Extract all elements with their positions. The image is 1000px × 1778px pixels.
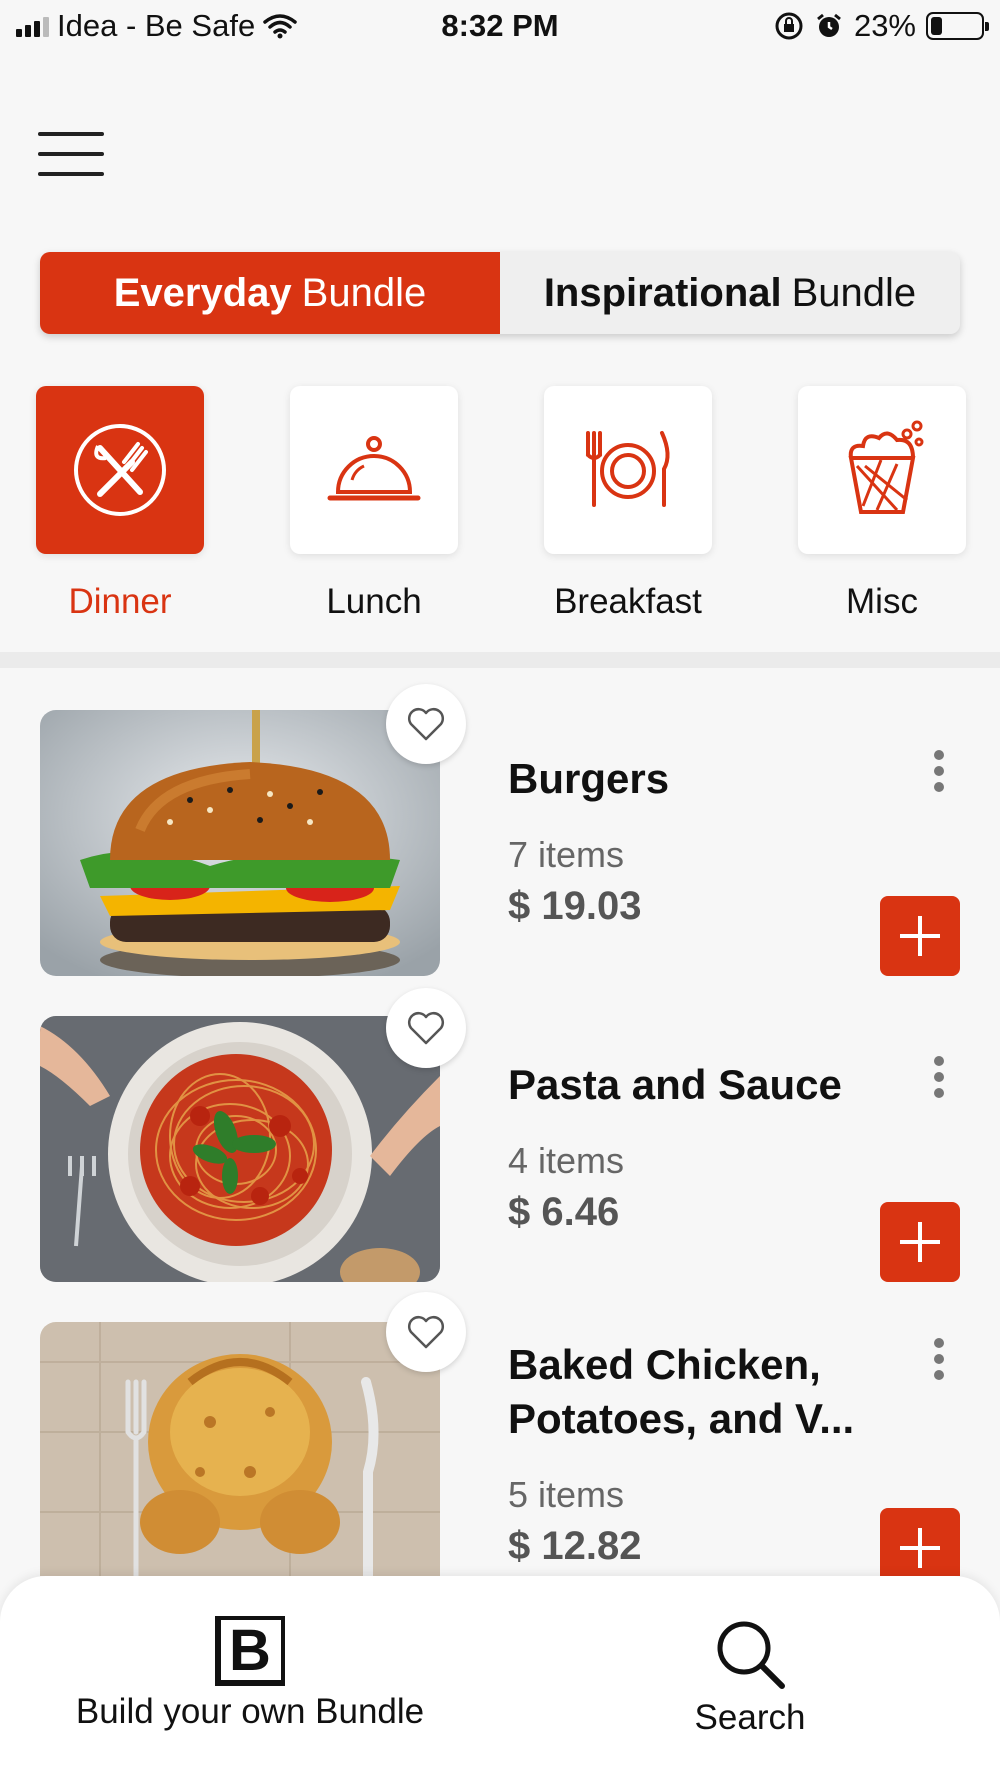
bundle-logo-letter: B — [229, 1618, 271, 1683]
more-options-icon[interactable] — [924, 1334, 954, 1384]
bundle-logo-icon: B — [215, 1616, 285, 1686]
status-bar: Idea - Be Safe 8:32 PM 23% — [0, 0, 1000, 56]
add-bundle-button[interactable] — [880, 896, 960, 976]
search-label: Search — [694, 1698, 806, 1737]
add-bundle-button[interactable] — [880, 1508, 960, 1576]
tab-inspirational-bold: Inspirational — [543, 270, 782, 315]
favorite-heart-icon[interactable] — [386, 684, 466, 764]
tab-inspirational-rest: Bundle — [791, 270, 917, 315]
cloche-icon — [327, 436, 421, 501]
plate-cutlery-icon — [586, 431, 670, 507]
favorite-heart-icon[interactable] — [386, 988, 466, 1068]
alarm-icon — [817, 13, 841, 37]
bundle-title[interactable]: Burgers — [508, 752, 898, 806]
bundle-price: $ 6.46 — [508, 1190, 620, 1234]
search-button[interactable]: Search — [640, 1616, 860, 1738]
bundle-title[interactable]: Pasta and Sauce — [508, 1058, 898, 1112]
category-lunch[interactable] — [290, 386, 458, 554]
category-label-misc: Misc — [846, 582, 918, 621]
bundle-item-count: 7 items — [508, 834, 625, 875]
category-label-breakfast: Breakfast — [554, 582, 702, 621]
popcorn-icon — [848, 420, 924, 514]
category-dinner[interactable] — [36, 386, 204, 554]
battery-icon — [926, 12, 989, 40]
section-divider — [0, 652, 1000, 668]
pasta-photo[interactable] — [40, 1016, 440, 1282]
tab-everyday-rest: Bundle — [301, 270, 427, 315]
bundle-item-count: 4 items — [508, 1140, 625, 1181]
bundle-type-toggle: Everyday Bundle Inspirational Bundle — [40, 252, 960, 334]
bundle-price: $ 12.82 — [508, 1524, 642, 1568]
favorite-heart-icon[interactable] — [386, 1292, 466, 1372]
more-options-icon[interactable] — [924, 1052, 954, 1102]
add-bundle-button[interactable] — [880, 1202, 960, 1282]
tab-everyday-bold: Everyday — [113, 270, 292, 315]
tab-everyday-bundle[interactable]: Everyday Bundle — [40, 252, 500, 334]
more-options-icon[interactable] — [924, 746, 954, 796]
build-own-bundle-label: Build your own Bundle — [75, 1692, 425, 1731]
bundle-price: $ 19.03 — [508, 884, 642, 928]
bundle-title-line1: Baked Chicken, — [508, 1341, 821, 1388]
build-own-bundle-button[interactable]: B Build your own Bundle — [40, 1616, 460, 1732]
battery-level — [931, 17, 942, 35]
bundle-title-line2: Potatoes, and V... — [508, 1395, 855, 1442]
bundle-title[interactable]: Baked Chicken, Potatoes, and V... — [508, 1338, 898, 1446]
category-breakfast[interactable] — [544, 386, 712, 554]
battery-percent: 23% — [853, 8, 916, 43]
tab-inspirational-bundle[interactable]: Inspirational Bundle — [500, 252, 960, 334]
burger-photo[interactable] — [40, 710, 440, 976]
category-label-dinner: Dinner — [68, 582, 172, 621]
category-misc[interactable] — [798, 386, 966, 554]
rotation-lock-icon — [775, 12, 803, 40]
search-icon — [717, 1621, 785, 1689]
category-label-lunch: Lunch — [326, 582, 422, 621]
fork-knife-icon — [74, 424, 166, 516]
hamburger-menu-icon[interactable] — [38, 130, 106, 180]
bottom-navigation: B Build your own Bundle Search — [0, 1576, 1000, 1778]
chicken-photo[interactable] — [40, 1322, 440, 1576]
bundle-item-count: 5 items — [508, 1474, 625, 1515]
